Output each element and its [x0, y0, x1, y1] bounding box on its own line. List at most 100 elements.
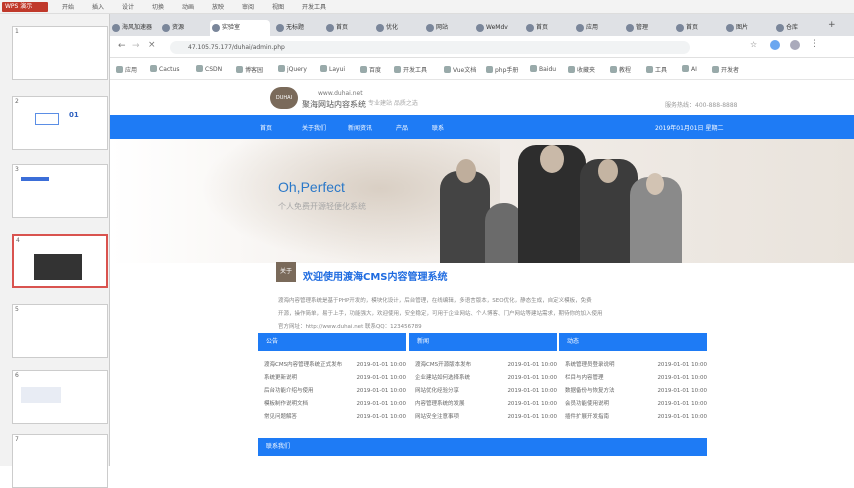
list-item[interactable]: 栏目与内容管理 2019-01-01 10:00: [559, 372, 707, 385]
nav-item-news[interactable]: 新闻资讯: [348, 123, 372, 132]
nav-item-contact[interactable]: 联系: [432, 123, 444, 132]
bookmark-item[interactable]: 开发者: [712, 65, 739, 74]
bookmark-item[interactable]: Cactus: [150, 65, 179, 73]
browser-tab[interactable]: 管理: [624, 20, 670, 36]
bookmark-item[interactable]: CSDN: [196, 65, 222, 73]
list-item[interactable]: 插件扩展开发指南 2019-01-01 10:00: [559, 411, 707, 424]
wps-app-button[interactable]: WPS 演示: [2, 2, 48, 12]
bookmark-item[interactable]: jQuery: [278, 65, 307, 73]
bookmark-item[interactable]: 开发工具: [394, 65, 427, 74]
wps-menu-item[interactable]: 开发工具: [302, 2, 326, 11]
browser-tab[interactable]: 首页: [674, 20, 720, 36]
nav-item-products[interactable]: 产品: [396, 123, 408, 132]
address-bar[interactable]: 47.105.75.177/duhai/admin.php: [170, 41, 690, 54]
bookmarks-bar: 应用 Cactus CSDN 博客园 jQuery Layui 百度 开发工具 …: [110, 58, 854, 80]
wps-menu-item[interactable]: 插入: [92, 2, 104, 11]
column-header[interactable]: 动态: [559, 333, 707, 351]
browser-tab[interactable]: 无标题: [274, 20, 320, 36]
wps-menu-item[interactable]: 开始: [62, 2, 74, 11]
list-item[interactable]: 网站安全注意事项 2019-01-01 10:00: [409, 411, 557, 424]
browser-tab[interactable]: 首页: [324, 20, 370, 36]
nav-item-home[interactable]: 首页: [260, 123, 272, 132]
item-title[interactable]: 企业建站如何选择系统: [415, 372, 501, 385]
item-title[interactable]: 后台功能介绍与使用: [264, 385, 350, 398]
wps-menu-item[interactable]: 视图: [272, 2, 284, 11]
item-title[interactable]: 渡海CMS开源版本发布: [415, 359, 501, 372]
bookmark-item[interactable]: 博客园: [236, 65, 263, 74]
browser-tab[interactable]: 网站: [424, 20, 470, 36]
browser-tab[interactable]: 图片: [724, 20, 770, 36]
item-title[interactable]: 常见问题解答: [264, 411, 350, 424]
nav-item-about[interactable]: 关于我们: [302, 123, 326, 132]
slide-thumbnail-active[interactable]: 4: [12, 234, 108, 288]
list-item[interactable]: 模板制作说明文档 2019-01-01 10:00: [258, 398, 406, 411]
list-item[interactable]: 渡海CMS内容管理系统正式发布 2019-01-01 10:00: [258, 359, 406, 372]
new-tab-icon[interactable]: +: [828, 20, 836, 30]
site-logo[interactable]: DUHAI CMS: [270, 87, 298, 123]
bookmark-item[interactable]: 教程: [610, 65, 631, 74]
browser-tab[interactable]: 应用: [574, 20, 620, 36]
star-icon[interactable]: ☆: [750, 40, 757, 49]
browser-tab[interactable]: 仓库: [774, 20, 820, 36]
close-icon[interactable]: ×: [148, 40, 156, 50]
slide-thumbnail[interactable]: 3: [12, 164, 108, 218]
menu-icon[interactable]: ⋮: [810, 39, 819, 49]
extension-icon[interactable]: [770, 40, 780, 50]
browser-tab[interactable]: 海风加速器: [110, 20, 156, 36]
wps-menu-item[interactable]: 放映: [212, 2, 224, 11]
list-item[interactable]: 后台功能介绍与使用 2019-01-01 10:00: [258, 385, 406, 398]
bookmark-item[interactable]: Vue文档: [444, 65, 476, 74]
slide-thumbnail[interactable]: 1: [12, 26, 108, 80]
back-icon[interactable]: ←: [118, 41, 126, 51]
bookmark-item[interactable]: AI: [682, 65, 697, 73]
list-item[interactable]: 常见问题解答 2019-01-01 10:00: [258, 411, 406, 424]
slide-thumbnail[interactable]: 5: [12, 304, 108, 358]
list-item[interactable]: 系统管理员登录说明 2019-01-01 10:00: [559, 359, 707, 372]
wps-menu-item[interactable]: 切换: [152, 2, 164, 11]
bookmark-item[interactable]: Layui: [320, 65, 345, 73]
profile-icon[interactable]: [790, 40, 800, 50]
browser-tab[interactable]: 首页: [524, 20, 570, 36]
list-item[interactable]: 企业建站如何选择系统 2019-01-01 10:00: [409, 372, 557, 385]
column-header[interactable]: 新闻: [409, 333, 557, 351]
item-title[interactable]: 模板制作说明文档: [264, 398, 350, 411]
list-item[interactable]: 网站优化经验分享 2019-01-01 10:00: [409, 385, 557, 398]
section-header[interactable]: 联系我们: [258, 438, 707, 456]
bookmark-item[interactable]: Baidu: [530, 65, 556, 73]
item-title[interactable]: 系统管理员登录说明: [565, 359, 651, 372]
column-header[interactable]: 公告: [258, 333, 406, 351]
slide-thumbnail[interactable]: 7: [12, 434, 108, 488]
list-item[interactable]: 系统更新说明 2019-01-01 10:00: [258, 372, 406, 385]
slide-thumbnail[interactable]: 2 01: [12, 96, 108, 150]
item-title[interactable]: 数据备份与恢复方法: [565, 385, 651, 398]
item-title[interactable]: 网站优化经验分享: [415, 385, 501, 398]
item-title[interactable]: 渡海CMS内容管理系统正式发布: [264, 359, 350, 372]
wps-menu-item[interactable]: 动画: [182, 2, 194, 11]
bookmark-item[interactable]: 应用: [116, 65, 137, 74]
browser-tab-active[interactable]: 实验室: [210, 20, 270, 36]
bookmark-item[interactable]: 工具: [646, 65, 667, 74]
intro-text: 渡海内容管理系统是基于PHP开发的，模块化设计，后台管理，在线编辑，多语言版本，…: [278, 298, 592, 304]
item-title[interactable]: 会员功能使用说明: [565, 398, 651, 411]
wps-menu-item[interactable]: 审阅: [242, 2, 254, 11]
browser-tab[interactable]: WeMdv: [474, 20, 520, 36]
item-title[interactable]: 网站安全注意事项: [415, 411, 501, 424]
item-title[interactable]: 系统更新说明: [264, 372, 350, 385]
bookmark-item[interactable]: php手册: [486, 65, 518, 74]
item-title[interactable]: 栏目与内容管理: [565, 372, 651, 385]
item-title[interactable]: 内容管理系统的发展: [415, 398, 501, 411]
list-item[interactable]: 会员功能使用说明 2019-01-01 10:00: [559, 398, 707, 411]
bookmark-item[interactable]: 收藏夹: [568, 65, 595, 74]
wps-menu-item[interactable]: 设计: [122, 2, 134, 11]
list-item[interactable]: 内容管理系统的发展 2019-01-01 10:00: [409, 398, 557, 411]
forward-icon[interactable]: →: [132, 41, 140, 51]
item-title[interactable]: 插件扩展开发指南: [565, 411, 651, 424]
browser-tab[interactable]: 资源: [160, 20, 206, 36]
slide-label: 01: [69, 111, 79, 119]
banner-subtitle: 个人免费开源轻便化系统: [278, 202, 366, 211]
list-item[interactable]: 数据备份与恢复方法 2019-01-01 10:00: [559, 385, 707, 398]
browser-tab[interactable]: 优化: [374, 20, 420, 36]
list-item[interactable]: 渡海CMS开源版本发布 2019-01-01 10:00: [409, 359, 557, 372]
bookmark-item[interactable]: 百度: [360, 65, 381, 74]
slide-thumbnail[interactable]: 6: [12, 370, 108, 424]
